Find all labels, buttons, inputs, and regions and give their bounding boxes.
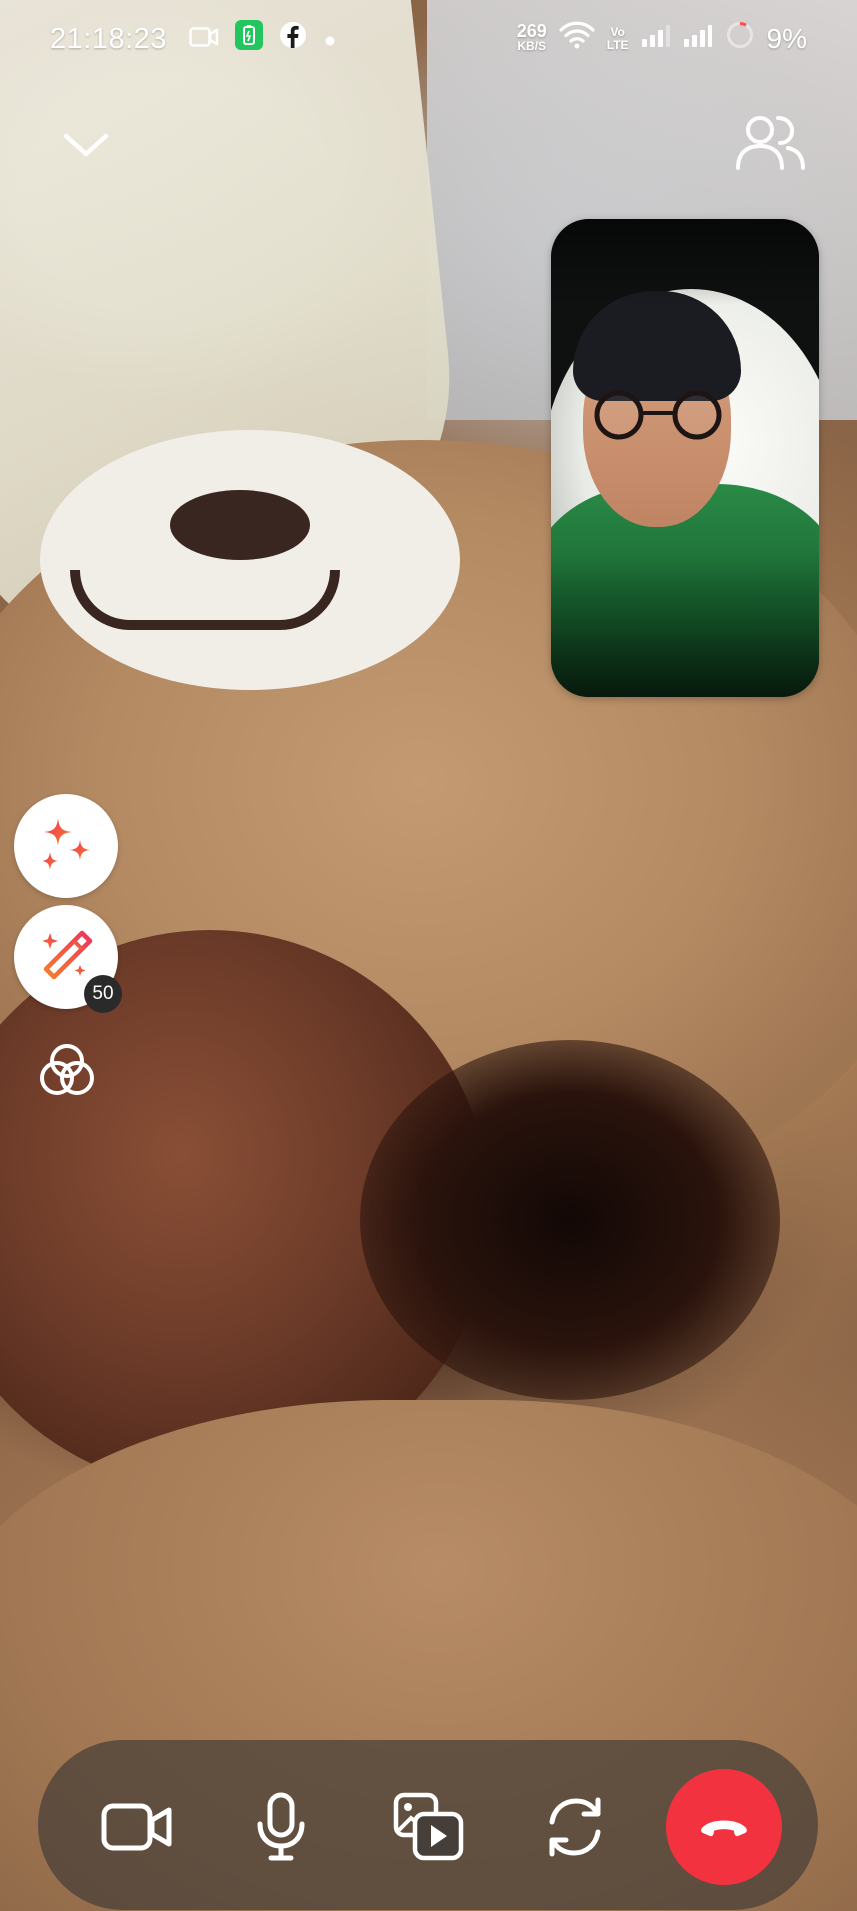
- bear-ear-patch: [40, 430, 460, 690]
- facebook-icon: [279, 21, 307, 57]
- video-camera-icon: [189, 22, 219, 56]
- magic-wand-icon: [42, 930, 93, 980]
- network-speed: 269 KB/S: [516, 21, 547, 54]
- flip-camera-icon: [549, 1797, 601, 1857]
- battery-percentage: 9%: [766, 23, 807, 54]
- effects-count-badge: 50: [84, 975, 122, 1013]
- filter-circles-icon: [40, 1044, 94, 1095]
- battery-ring-icon: [725, 20, 755, 58]
- share-media-icon: [393, 1792, 464, 1861]
- chevron-down-icon: [63, 133, 109, 157]
- microphone-icon: [257, 1792, 305, 1861]
- self-video-preview[interactable]: [551, 219, 819, 697]
- network-speed-value: 269: [516, 21, 547, 41]
- effects-button[interactable]: [14, 794, 118, 898]
- wifi-icon: [559, 21, 595, 57]
- volte-indicator: Vo LTE: [607, 26, 629, 52]
- bear-eye: [170, 490, 310, 560]
- people-icon: [736, 116, 805, 170]
- preview-vignette: [551, 219, 819, 697]
- toggle-camera-button[interactable]: [92, 1782, 182, 1872]
- video-camera-icon: [101, 1803, 172, 1851]
- battery-saver-icon: [234, 20, 263, 58]
- end-call-button[interactable]: [666, 1769, 782, 1885]
- sparkle-icon: [42, 818, 90, 870]
- signal-icon: [641, 22, 671, 56]
- flip-camera-button[interactable]: [530, 1782, 620, 1872]
- status-bar: 21:18:23 269 KB/S Vo LTE 9%: [0, 0, 857, 78]
- dot-icon: [323, 22, 337, 56]
- share-media-button[interactable]: [384, 1782, 474, 1872]
- status-time: 21:18:23: [50, 22, 167, 55]
- hood-shadow: [360, 1040, 780, 1400]
- participants-button[interactable]: [732, 108, 808, 176]
- filter-button[interactable]: [36, 1040, 98, 1102]
- signal-icon-2: [683, 22, 713, 56]
- toggle-microphone-button[interactable]: [236, 1782, 326, 1872]
- volte-line2: LTE: [606, 38, 629, 52]
- collapse-call-button[interactable]: [56, 116, 116, 176]
- network-speed-unit: KB/S: [517, 39, 547, 53]
- bear-mouth: [70, 570, 340, 630]
- end-call-icon: [701, 1820, 747, 1837]
